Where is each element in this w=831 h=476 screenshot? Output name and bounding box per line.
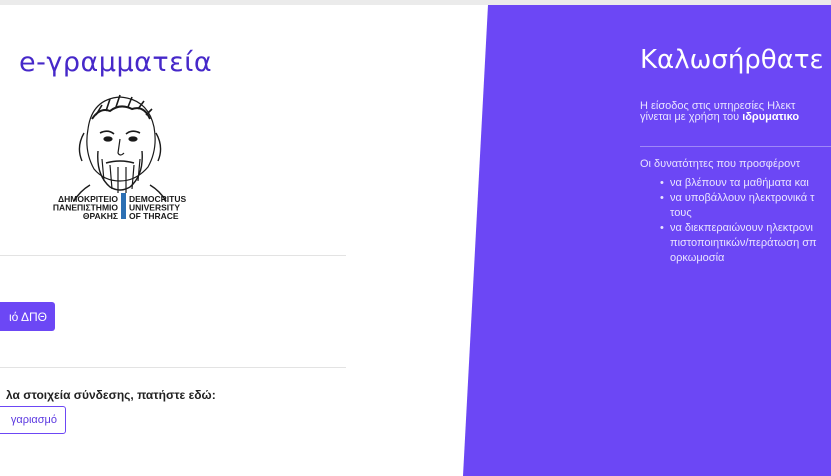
feature-item-continuation: ορκωμοσία xyxy=(670,252,725,264)
app-title: e-γραμματεία xyxy=(19,47,213,78)
welcome-intro: Η είσοδος στις υπηρεσίες Ηλεκτ γίνεται μ… xyxy=(640,101,799,123)
login-button[interactable]: ιό ΔΠΘ xyxy=(0,302,55,331)
features-intro: Οι δυνατότητες που προσφέροντ xyxy=(640,158,801,170)
feature-item: να βλέπουν τα μαθήματα και xyxy=(660,176,817,191)
logo-text-gr-3: ΘΡΑΚΗΣ xyxy=(83,211,118,219)
portrait-image xyxy=(73,94,167,202)
divider-bottom xyxy=(0,367,346,368)
feature-item-continuation: πιστοποιητικών/περάτωση σπ xyxy=(670,237,817,249)
divider-top xyxy=(0,255,346,256)
university-logo: ΔΗΜΟΚΡΙΤΕΙΟ ΠΑΝΕΠΙΣΤΗΜΙΟ ΘΡΑΚΗΣ DEMOCRIT… xyxy=(53,94,186,219)
feature-item-continuation: τους xyxy=(670,207,692,219)
feature-item: να διεκπεραιώνουν ηλεκτρονι xyxy=(660,221,817,236)
intro-line-2-bold: ιδρυματικο xyxy=(742,111,800,123)
intro-line-2: γίνεται με χρήση του ιδρυματικο xyxy=(640,112,799,123)
welcome-panel: Καλωσήρθατε Η είσοδος στις υπηρεσίες Ηλε… xyxy=(488,5,831,476)
reset-account-button[interactable]: γαριασμό xyxy=(0,406,66,434)
logo-text-en-3: OF THRACE xyxy=(129,211,179,219)
welcome-divider xyxy=(640,146,831,147)
features-list: να βλέπουν τα μαθήματα και να υποβάλλουν… xyxy=(660,176,817,266)
alt-credentials-text: λα στοιχεία σύνδεσης, πατήστε εδώ: xyxy=(6,388,216,402)
login-panel: e-γραμματεία ΔΗΜΟΚΡΙΤΕΙΟ ΠΑΝΕΠΙΣΤΗΜΙΟ ΘΡ… xyxy=(0,5,470,476)
intro-line-2-text: γίνεται με χρήση του xyxy=(640,111,743,123)
welcome-title: Καλωσήρθατε xyxy=(640,45,824,75)
feature-item: να υποβάλλουν ηλεκτρονικά τ xyxy=(660,191,817,206)
